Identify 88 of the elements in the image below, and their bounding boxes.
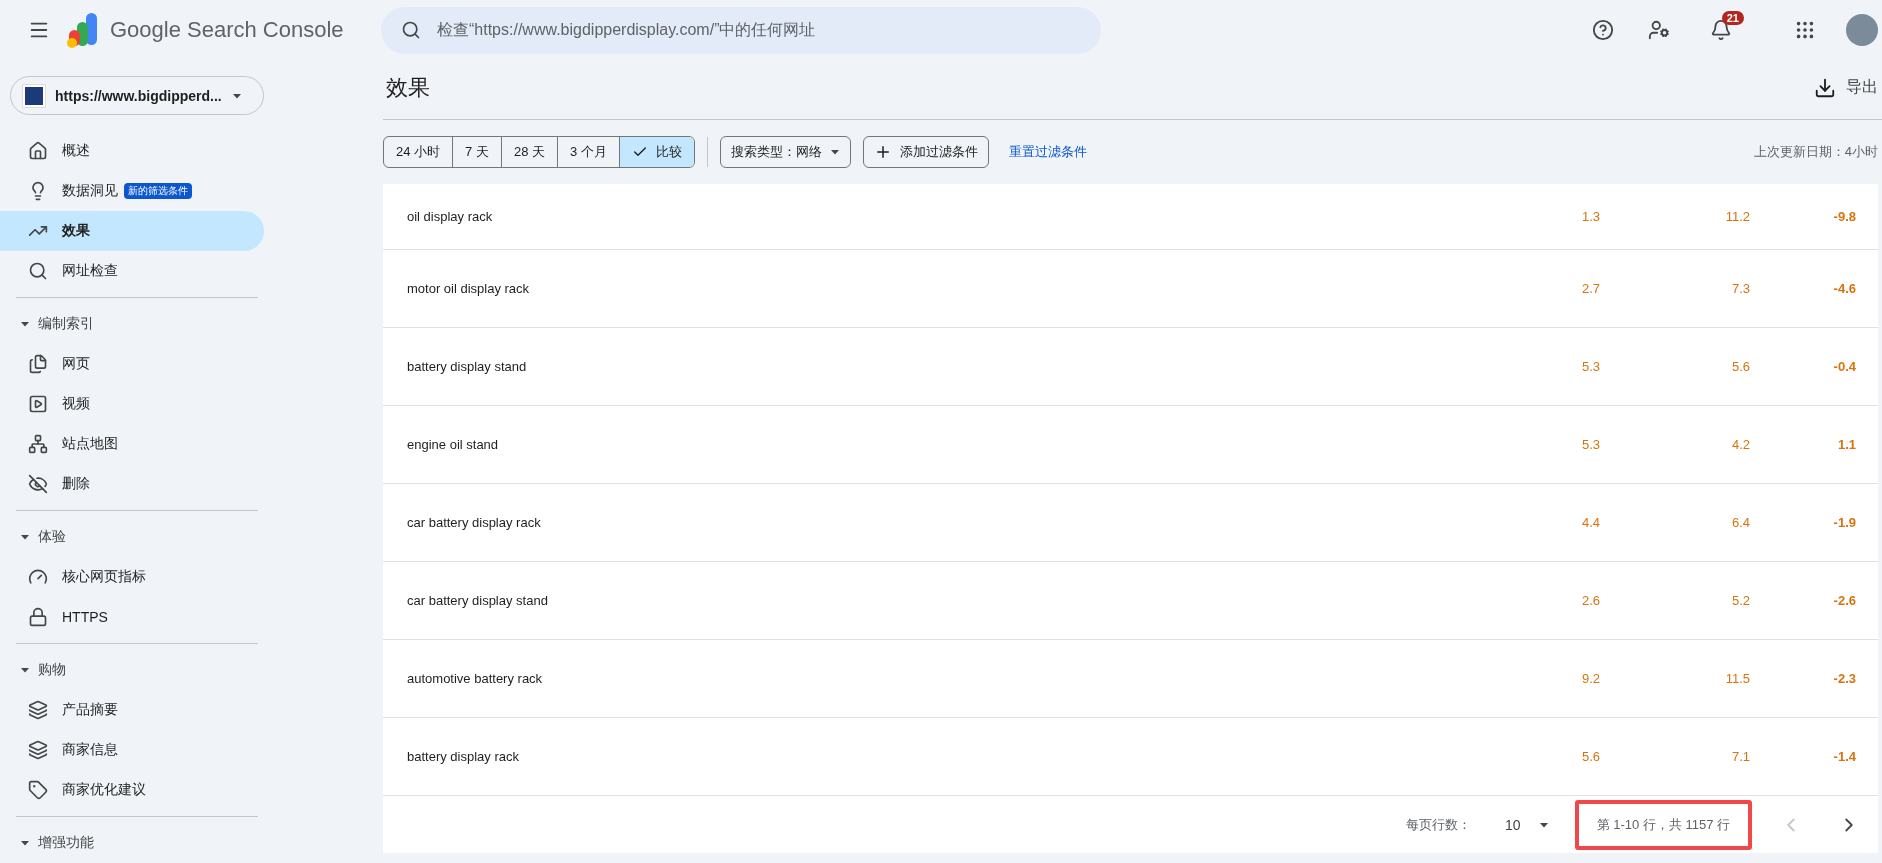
search-field[interactable]: 检查“https://www.bigdipperdisplay.com/”中的任何网址: [381, 6, 1101, 54]
table-cell-text: 1.3: [1580, 209, 1600, 224]
sidebar-item[interactable]: 网页: [0, 344, 264, 384]
table-cell-text: 2.7: [1580, 281, 1600, 296]
sidebar-section-header[interactable]: 购物: [0, 650, 270, 690]
table-cell-text: -1.4: [1832, 749, 1856, 764]
sidebar-item[interactable]: 商家信息: [0, 730, 264, 770]
avatar[interactable]: [1846, 14, 1878, 46]
query-cell-text: car battery display rack: [406, 515, 542, 530]
apps-grid-icon: [1794, 19, 1816, 41]
site-favicon: [23, 84, 45, 107]
sidebar-section-header[interactable]: 编制索引: [0, 304, 270, 344]
search-type-dropdown[interactable]: 搜索类型：网络: [719, 136, 851, 168]
table-cell-text: 4.2: [1730, 437, 1750, 452]
new-badge: 新的筛选条件: [124, 183, 192, 199]
query-cell-text: engine oil stand: [406, 437, 500, 452]
sidebar-item-icon: [28, 474, 48, 494]
table-cell-text: -1.9: [1832, 515, 1856, 530]
download-icon: [1814, 76, 1836, 99]
table-cell-text: 7.3: [1730, 281, 1750, 296]
table-cell-text: 5.3: [1580, 359, 1600, 374]
query-cell-text: oil display rack: [406, 209, 494, 224]
table-cell-text: 2.6: [1580, 593, 1600, 608]
sidebar-item-icon: [28, 434, 48, 454]
table-cell-text: -9.8: [1832, 209, 1856, 224]
page-range-text: 第 1-10 行，共 1157 行: [1574, 799, 1752, 850]
query-cell-text: battery display stand: [406, 359, 528, 374]
caret-icon: [829, 147, 840, 157]
table-cell-text: 9.2: [1580, 671, 1600, 686]
search-icon: [401, 19, 421, 40]
sidebar-item-icon: [28, 607, 48, 627]
reset-filters-link[interactable]: 重置过滤条件: [1008, 143, 1087, 161]
sidebar-section-header[interactable]: 增强功能: [0, 823, 270, 863]
logo-icon: [66, 11, 100, 49]
date-range-tab[interactable]: 28 天: [500, 137, 557, 167]
table-cell-text: -2.6: [1832, 593, 1856, 608]
date-range-tab[interactable]: 比较: [618, 137, 694, 167]
table-cell-text: 5.3: [1580, 437, 1600, 452]
sidebar-item[interactable]: 产品摘要: [0, 690, 264, 730]
query-cell-text: automotive battery rack: [406, 671, 544, 686]
sidebar-item-icon: [28, 780, 48, 800]
query-cell-text: battery display rack: [406, 749, 520, 764]
date-range-tab[interactable]: 7 天: [452, 137, 501, 167]
sidebar-item[interactable]: 核心网页指标: [0, 557, 264, 597]
sidebar-item-icon: [28, 700, 48, 720]
notification-count: 21: [1721, 11, 1744, 25]
user-gear-icon: [1648, 19, 1670, 41]
query-cell-text: car battery display stand: [406, 593, 549, 608]
sidebar-item-icon: [28, 354, 48, 374]
export-button[interactable]: 导出: [1814, 76, 1882, 99]
sidebar-item[interactable]: 概述: [0, 131, 264, 171]
help-icon: [1592, 19, 1614, 41]
last-updated-text: 上次更新日期：4小时: [1753, 143, 1879, 161]
sidebar-item[interactable]: 删除: [0, 464, 264, 504]
table-cell-text: 6.4: [1730, 515, 1750, 530]
rows-per-page-select[interactable]: 10: [1499, 815, 1555, 834]
table-cell-text: 4.4: [1580, 515, 1600, 530]
sidebar-item[interactable]: 网址检查: [0, 251, 264, 291]
sidebar-item-icon: [28, 567, 48, 587]
sidebar-item-icon: [28, 261, 48, 281]
product-name: Google Search Console: [110, 17, 344, 43]
rows-per-page-label: 每页行数：: [1406, 815, 1471, 834]
date-range-tab[interactable]: 3 个月: [557, 137, 619, 167]
table-cell-text: 11.5: [1724, 671, 1750, 686]
table-cell-text: 7.1: [1730, 749, 1750, 764]
table-cell-text: -2.3: [1832, 671, 1856, 686]
sidebar-item[interactable]: 商家优化建议: [0, 770, 264, 810]
table-cell-text: 5.2: [1730, 593, 1750, 608]
sidebar-section-header[interactable]: 体验: [0, 517, 270, 557]
date-range-tab[interactable]: 24 小时: [384, 137, 453, 167]
sidebar-item-icon: [28, 141, 48, 161]
query-cell-text: motor oil display rack: [406, 281, 531, 296]
sidebar-item[interactable]: 效果: [0, 211, 264, 251]
table-cell-text: 1.1: [1836, 437, 1856, 452]
sidebar-item[interactable]: 数据洞见 新的筛选条件: [0, 171, 264, 211]
table-cell-text: 5.6: [1730, 359, 1750, 374]
page-title: 效果: [386, 73, 430, 102]
sidebar-item[interactable]: HTTPS: [0, 597, 264, 637]
table-cell-text: -0.4: [1832, 359, 1856, 374]
table-cell-text: 5.6: [1580, 749, 1600, 764]
add-filter-button[interactable]: 添加过滤条件: [862, 136, 989, 168]
table-cell-text: 11.2: [1724, 209, 1750, 224]
property-selector[interactable]: https://www.bigdipperd...: [10, 76, 264, 115]
sidebar-item[interactable]: 站点地图: [0, 424, 264, 464]
sidebar-item-icon: [28, 394, 48, 414]
table-cell-text: -4.6: [1832, 281, 1856, 296]
sidebar-item[interactable]: 视频: [0, 384, 264, 424]
sidebar-item-icon: [28, 740, 48, 760]
